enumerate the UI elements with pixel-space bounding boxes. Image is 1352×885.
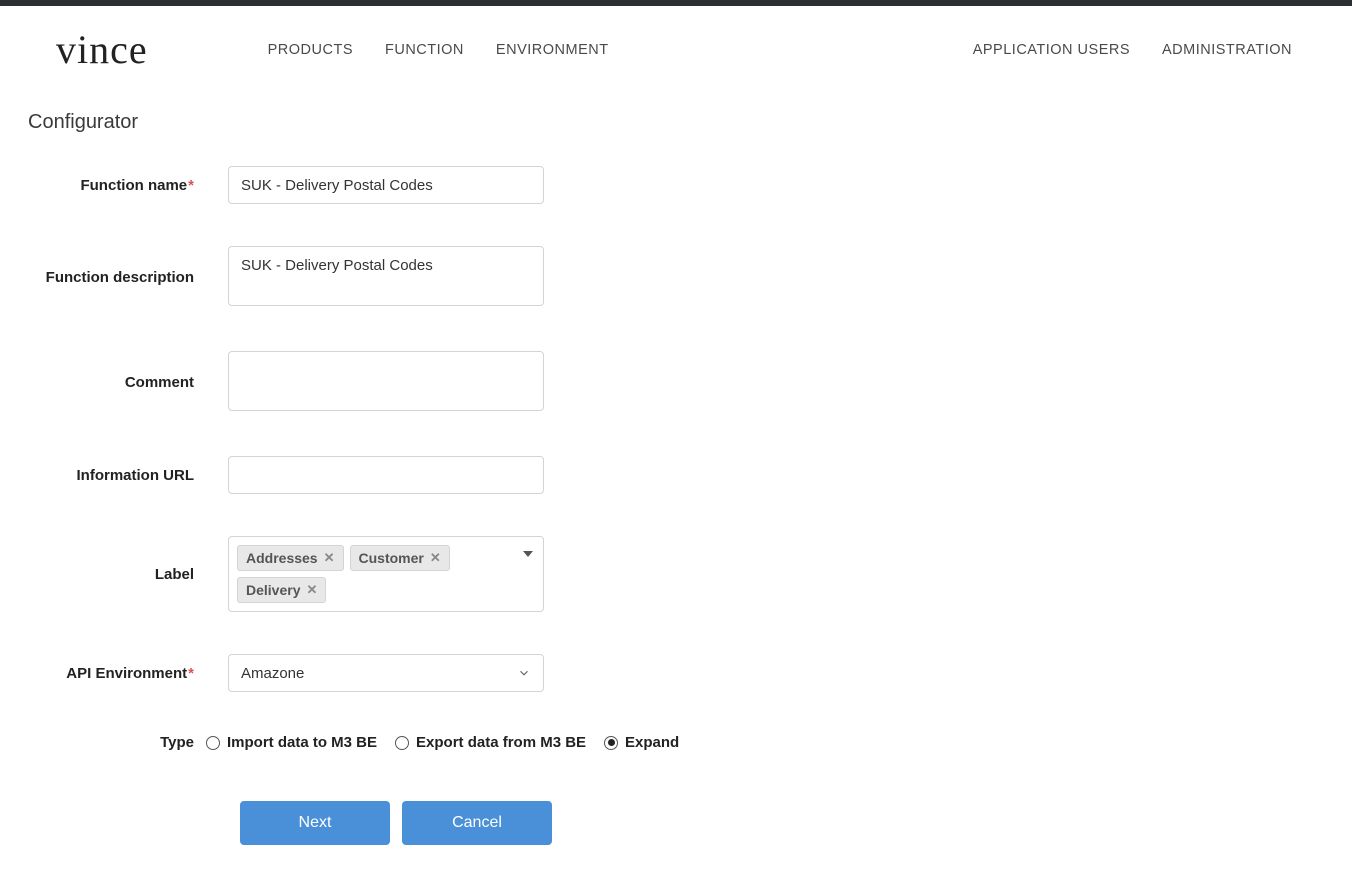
- row-information-url: Information URL: [0, 456, 1352, 494]
- label-information-url: Information URL: [0, 467, 206, 484]
- function-description-input[interactable]: SUK - Delivery Postal Codes: [228, 246, 544, 306]
- label-function-description: Function description: [0, 269, 206, 286]
- radio-icon: [604, 736, 618, 750]
- radio-label: Import data to M3 BE: [227, 734, 377, 751]
- nav-administration[interactable]: ADMINISTRATION: [1162, 42, 1292, 58]
- tag-remove-icon[interactable]: ✕: [306, 582, 317, 598]
- button-row: Next Cancel: [0, 801, 1352, 845]
- row-label: Label Addresses ✕ Customer ✕ Delivery ✕: [0, 536, 1352, 612]
- label-text-function-name: Function name: [80, 177, 187, 194]
- tag-text: Customer: [359, 550, 424, 566]
- row-comment: Comment: [0, 351, 1352, 414]
- label-type: Type: [0, 734, 206, 751]
- radio-expand[interactable]: Expand: [604, 734, 679, 751]
- nav-products[interactable]: PRODUCTS: [268, 42, 353, 58]
- information-url-input[interactable]: [228, 456, 544, 494]
- nav-environment[interactable]: ENVIRONMENT: [496, 42, 609, 58]
- radio-label: Expand: [625, 734, 679, 751]
- row-function-description: Function description SUK - Delivery Post…: [0, 246, 1352, 309]
- tag-text: Addresses: [246, 550, 318, 566]
- chevron-down-icon: [517, 666, 531, 680]
- page-title: Configurator: [0, 93, 1352, 146]
- label-function-name: Function name*: [0, 177, 206, 194]
- tag-remove-icon[interactable]: ✕: [430, 550, 441, 566]
- nav-function[interactable]: FUNCTION: [385, 42, 464, 58]
- row-type: Type Import data to M3 BE Export data fr…: [0, 734, 1352, 751]
- label-api-environment: API Environment*: [0, 665, 206, 682]
- label-label: Label: [0, 566, 206, 583]
- api-environment-select[interactable]: Amazone: [228, 654, 544, 692]
- nav-application-users[interactable]: APPLICATION USERS: [973, 42, 1130, 58]
- nav-left: PRODUCTS FUNCTION ENVIRONMENT: [268, 42, 609, 58]
- radio-export[interactable]: Export data from M3 BE: [395, 734, 586, 751]
- caret-down-icon[interactable]: [523, 551, 533, 557]
- row-api-environment: API Environment* Amazone: [0, 654, 1352, 692]
- cancel-button[interactable]: Cancel: [402, 801, 552, 845]
- radio-icon: [206, 736, 220, 750]
- tag-remove-icon[interactable]: ✕: [324, 550, 335, 566]
- brand-logo: vince: [56, 26, 148, 73]
- required-asterisk: *: [188, 665, 194, 682]
- radio-icon: [395, 736, 409, 750]
- label-comment: Comment: [0, 374, 206, 391]
- tag-addresses: Addresses ✕: [237, 545, 344, 571]
- required-asterisk: *: [188, 177, 194, 194]
- select-value: Amazone: [241, 665, 304, 682]
- radio-import[interactable]: Import data to M3 BE: [206, 734, 377, 751]
- label-text-api-environment: API Environment: [66, 665, 187, 682]
- next-button[interactable]: Next: [240, 801, 390, 845]
- tag-text: Delivery: [246, 582, 300, 598]
- function-name-input[interactable]: [228, 166, 544, 204]
- nav-right: APPLICATION USERS ADMINISTRATION: [973, 42, 1292, 58]
- tag-delivery: Delivery ✕: [237, 577, 326, 603]
- label-tag-input[interactable]: Addresses ✕ Customer ✕ Delivery ✕: [228, 536, 544, 612]
- comment-input[interactable]: [228, 351, 544, 411]
- row-function-name: Function name*: [0, 166, 1352, 204]
- header: vince PRODUCTS FUNCTION ENVIRONMENT APPL…: [0, 6, 1352, 93]
- configurator-form: Function name* Function description SUK …: [0, 146, 1352, 885]
- tag-customer: Customer ✕: [350, 545, 450, 571]
- radio-label: Export data from M3 BE: [416, 734, 586, 751]
